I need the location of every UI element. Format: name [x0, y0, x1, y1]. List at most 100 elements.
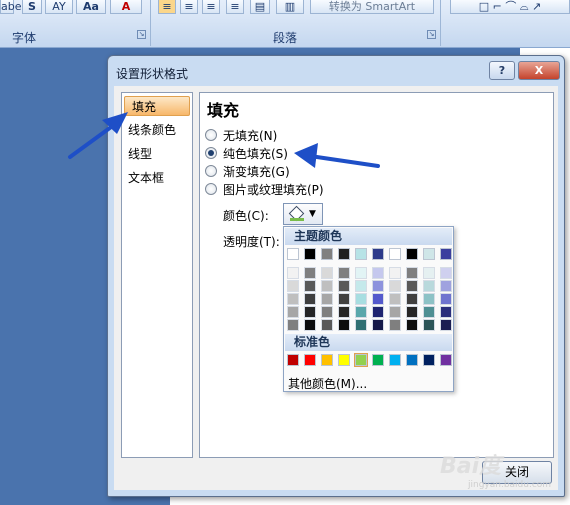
color-swatch[interactable] [321, 319, 333, 331]
color-swatch[interactable] [287, 248, 299, 260]
shapes-gallery[interactable]: □ ⌐ ⌒ ⌓ ↗ [450, 0, 570, 14]
convert-smartart-button[interactable]: 转换为 SmartArt [310, 0, 434, 14]
color-swatch[interactable] [372, 248, 384, 260]
color-swatch[interactable] [372, 306, 384, 318]
justify-button[interactable]: ≡ [226, 0, 244, 14]
color-swatch[interactable] [372, 293, 384, 305]
font-color-button[interactable]: A [110, 0, 142, 14]
font-dialog-launcher[interactable]: ↘ [137, 30, 146, 39]
color-swatch[interactable] [287, 293, 299, 305]
color-swatch[interactable] [321, 354, 333, 366]
color-swatch[interactable] [321, 293, 333, 305]
distribute-button[interactable]: ▤ [250, 0, 270, 14]
color-swatch[interactable] [423, 248, 435, 260]
color-swatch[interactable] [355, 280, 367, 292]
color-swatch[interactable] [406, 319, 418, 331]
color-swatch[interactable] [440, 248, 452, 260]
color-swatch[interactable] [338, 280, 350, 292]
color-swatch[interactable] [406, 280, 418, 292]
color-swatch[interactable] [423, 267, 435, 279]
color-swatch[interactable] [287, 267, 299, 279]
nav-item-text-box[interactable]: 文本框 [128, 168, 164, 188]
color-swatch[interactable] [440, 306, 452, 318]
color-swatch[interactable] [355, 267, 367, 279]
color-swatch[interactable] [440, 319, 452, 331]
color-swatch[interactable] [338, 248, 350, 260]
color-swatch[interactable] [304, 306, 316, 318]
color-swatch[interactable] [406, 267, 418, 279]
color-swatch[interactable] [304, 248, 316, 260]
columns-button[interactable]: ▥ [276, 0, 304, 14]
nav-item-line-style[interactable]: 线型 [128, 144, 152, 164]
color-swatch[interactable] [389, 267, 401, 279]
color-swatch[interactable] [355, 306, 367, 318]
radio-button[interactable] [205, 129, 217, 141]
color-swatch[interactable] [389, 293, 401, 305]
color-swatch[interactable] [406, 248, 418, 260]
radio-gradient-fill[interactable]: 渐变填充(G) [205, 163, 290, 179]
color-swatch[interactable] [355, 248, 367, 260]
nav-item-fill[interactable]: 填充 [124, 96, 190, 116]
align-right-button[interactable]: ≡ [202, 0, 220, 14]
color-swatch[interactable] [440, 267, 452, 279]
color-swatch[interactable] [372, 319, 384, 331]
color-swatch[interactable] [389, 354, 401, 366]
color-swatch[interactable] [354, 353, 368, 367]
color-swatch[interactable] [406, 293, 418, 305]
color-swatch[interactable] [372, 354, 384, 366]
character-spacing-button[interactable]: AY [45, 0, 73, 14]
more-colors-item[interactable]: 其他颜色(M)... [288, 375, 367, 392]
strikethrough-button[interactable]: abe [0, 0, 22, 14]
color-swatch[interactable] [372, 267, 384, 279]
radio-button[interactable] [205, 147, 217, 159]
help-button[interactable]: ? [489, 61, 515, 80]
radio-button[interactable] [205, 165, 217, 177]
color-swatch[interactable] [338, 306, 350, 318]
color-swatch[interactable] [304, 267, 316, 279]
fill-color-button[interactable]: ▼ [283, 203, 323, 225]
color-swatch[interactable] [321, 267, 333, 279]
color-swatch[interactable] [355, 293, 367, 305]
color-swatch[interactable] [321, 248, 333, 260]
align-left-button[interactable]: ≡ [158, 0, 176, 14]
color-swatch[interactable] [287, 354, 299, 366]
color-swatch[interactable] [321, 306, 333, 318]
radio-no-fill[interactable]: 无填充(N) [205, 127, 277, 143]
color-swatch[interactable] [389, 319, 401, 331]
nav-item-line-color[interactable]: 线条颜色 [128, 120, 176, 140]
change-case-button[interactable]: Aa [76, 0, 106, 14]
radio-solid-fill[interactable]: 纯色填充(S) [205, 145, 288, 161]
align-center-button[interactable]: ≡ [180, 0, 198, 14]
color-swatch[interactable] [338, 267, 350, 279]
radio-picture-fill[interactable]: 图片或纹理填充(P) [205, 181, 324, 197]
color-swatch[interactable] [423, 354, 435, 366]
color-swatch[interactable] [389, 248, 401, 260]
color-swatch[interactable] [304, 293, 316, 305]
shadow-button[interactable]: S [22, 0, 42, 14]
color-swatch[interactable] [304, 319, 316, 331]
color-swatch[interactable] [287, 280, 299, 292]
paragraph-dialog-launcher[interactable]: ↘ [427, 30, 436, 39]
color-swatch[interactable] [287, 306, 299, 318]
color-swatch[interactable] [338, 354, 350, 366]
color-swatch[interactable] [440, 280, 452, 292]
color-swatch[interactable] [304, 354, 316, 366]
color-swatch[interactable] [355, 319, 367, 331]
color-swatch[interactable] [372, 280, 384, 292]
color-swatch[interactable] [389, 280, 401, 292]
color-swatch[interactable] [304, 280, 316, 292]
color-swatch[interactable] [423, 280, 435, 292]
color-swatch[interactable] [423, 293, 435, 305]
color-swatch[interactable] [338, 293, 350, 305]
color-swatch[interactable] [406, 354, 418, 366]
color-swatch[interactable] [406, 306, 418, 318]
color-swatch[interactable] [321, 280, 333, 292]
color-swatch[interactable] [423, 319, 435, 331]
color-swatch[interactable] [440, 354, 452, 366]
color-swatch[interactable] [389, 306, 401, 318]
color-swatch[interactable] [423, 306, 435, 318]
color-swatch[interactable] [440, 293, 452, 305]
color-swatch[interactable] [338, 319, 350, 331]
color-swatch[interactable] [287, 319, 299, 331]
close-window-button[interactable]: X [518, 61, 560, 80]
